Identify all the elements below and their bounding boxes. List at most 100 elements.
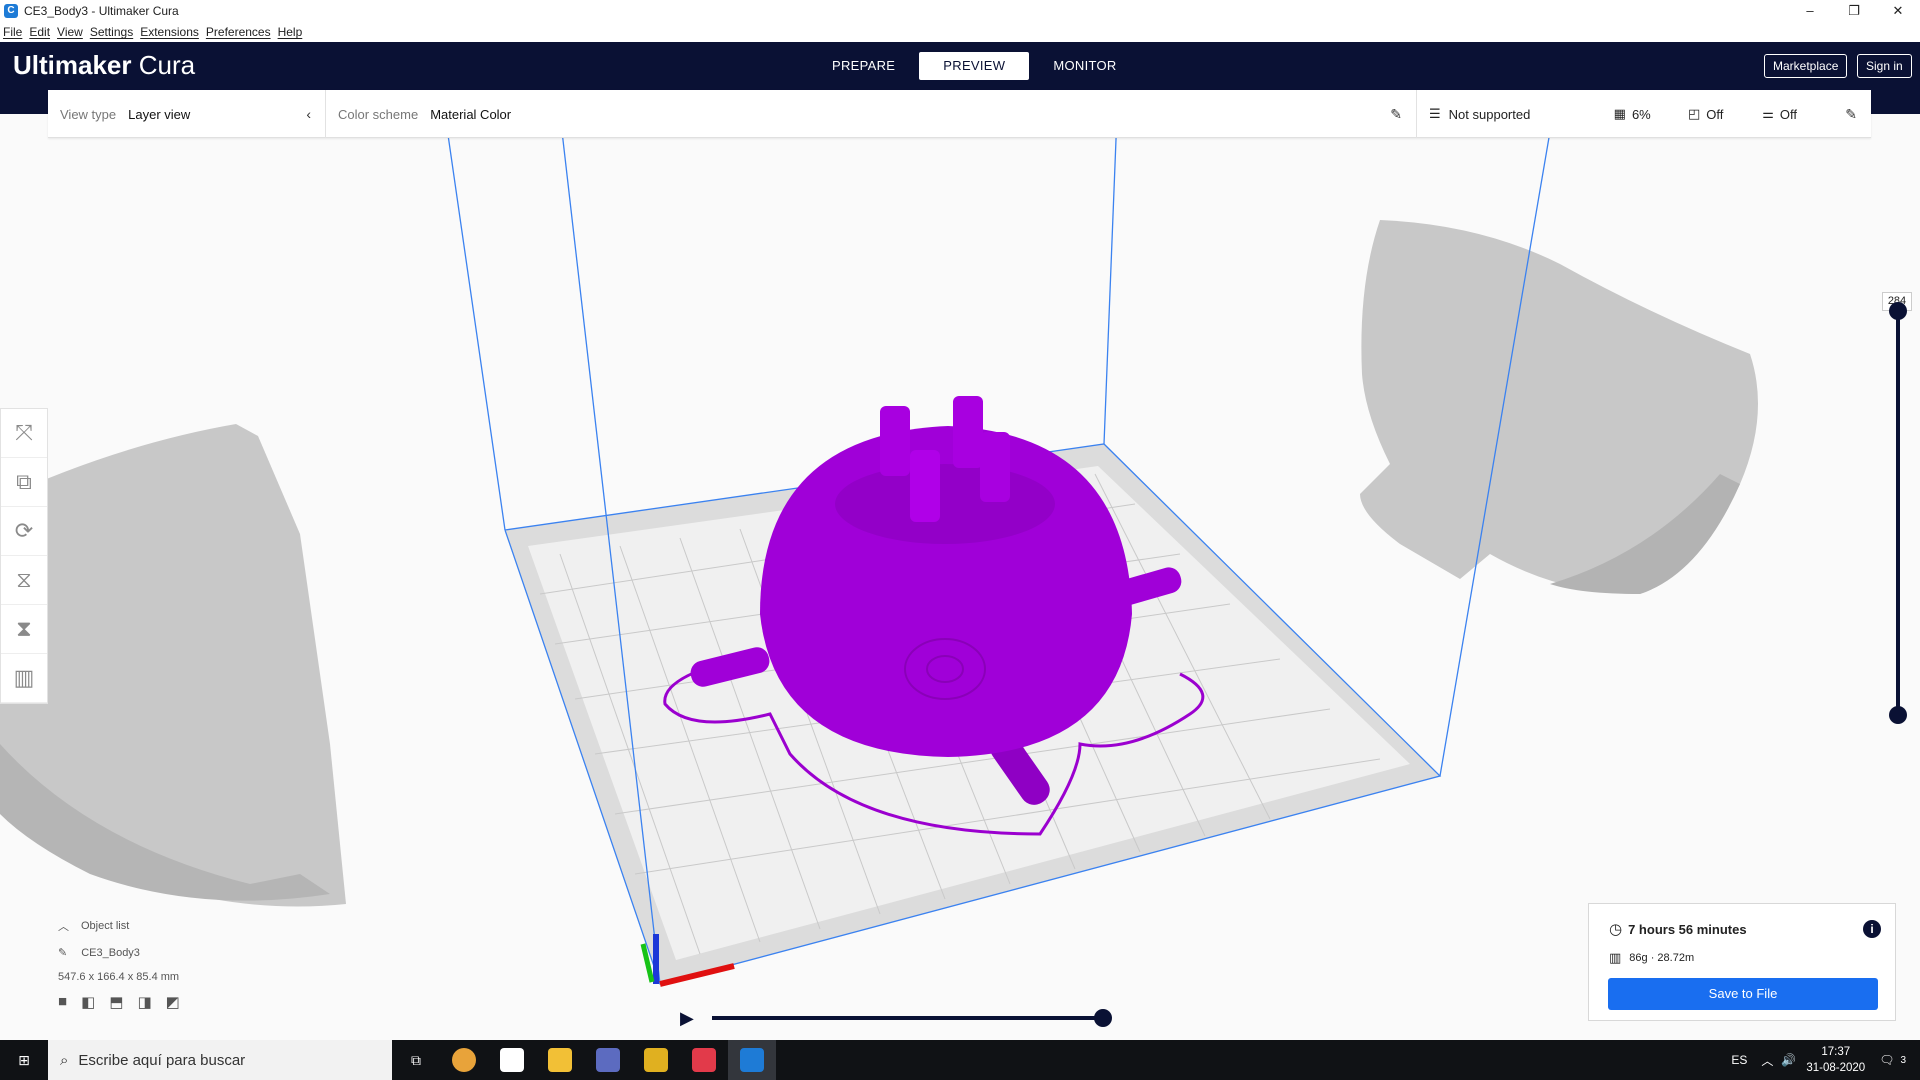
- print-time-value: 7 hours 56 minutes: [1628, 921, 1747, 937]
- object-list-toggle[interactable]: ︿ Object list: [58, 918, 180, 934]
- menu-help[interactable]: Help: [278, 25, 303, 39]
- language-indicator[interactable]: ES: [1731, 1053, 1747, 1067]
- model-peg-4: [910, 450, 940, 522]
- support-blocker-icon[interactable]: ▥: [1, 654, 47, 703]
- cura-app-icon: C: [4, 4, 18, 18]
- search-placeholder: Escribe aquí para buscar: [78, 1051, 246, 1069]
- task-view-icon[interactable]: ⧉: [392, 1040, 440, 1080]
- menu-extensions[interactable]: Extensions: [140, 25, 199, 39]
- pencil-icon: ✎: [58, 947, 68, 959]
- pocket-icon[interactable]: [680, 1040, 728, 1080]
- layer-slider-bottom-handle[interactable]: [1889, 706, 1907, 724]
- notifications-icon[interactable]: 🗨: [1879, 1053, 1894, 1067]
- model-peg-1: [880, 406, 910, 476]
- support-icon: ◰: [1687, 106, 1701, 121]
- file-explorer-icon[interactable]: [536, 1040, 584, 1080]
- view-type-section[interactable]: View type Layer view ‹: [48, 90, 326, 138]
- scale-tool-icon[interactable]: ⧉: [1, 458, 47, 507]
- notification-count: 3: [1900, 1054, 1906, 1066]
- menu-bar: File Edit View Settings Extensions Prefe…: [0, 22, 1920, 42]
- windows-taskbar: ⊞ ⌕ Escribe aquí para buscar ⧉ ES ︿ 🔊 17…: [0, 1040, 1920, 1080]
- window-controls: – ❐ ✕: [1788, 0, 1920, 22]
- todo-icon[interactable]: [632, 1040, 680, 1080]
- material-value: 86g · 28.72m: [1629, 952, 1695, 964]
- edit-settings-icon[interactable]: ✎: [1845, 106, 1857, 123]
- chrome-icon[interactable]: [440, 1040, 488, 1080]
- view-front-icon[interactable]: ◧: [81, 993, 95, 1011]
- close-button[interactable]: ✕: [1876, 0, 1920, 22]
- save-to-file-button[interactable]: Save to File: [1608, 978, 1878, 1010]
- view-top-icon[interactable]: ⬒: [109, 993, 123, 1011]
- camera-view-buttons: ■ ◧ ⬒ ◨ ◩: [58, 993, 180, 1011]
- stage-tabs: PREPARE PREVIEW MONITOR: [808, 52, 1141, 80]
- search-icon: ⌕: [60, 1051, 69, 1069]
- object-name: CE3_Body3: [81, 946, 140, 959]
- menu-edit[interactable]: Edit: [29, 25, 50, 39]
- material-usage: ▥ 86g · 28.72m: [1609, 950, 1694, 966]
- clock-time: 17:37: [1821, 1046, 1851, 1058]
- model-peg-2: [953, 396, 983, 468]
- window-title: CE3_Body3 - Ultimaker Cura: [24, 4, 179, 18]
- volume-icon[interactable]: 🔊: [1781, 1053, 1796, 1067]
- chevron-up-icon: ︿: [58, 921, 69, 933]
- per-model-settings-icon[interactable]: ⧗: [1, 605, 47, 654]
- marketplace-button[interactable]: Marketplace: [1764, 54, 1848, 78]
- taskbar-search[interactable]: ⌕ Escribe aquí para buscar: [48, 1040, 392, 1080]
- app-logo: Ultimaker Cura: [13, 50, 196, 80]
- path-slider-handle[interactable]: [1094, 1009, 1112, 1027]
- maximize-button[interactable]: ❐: [1832, 0, 1876, 22]
- build-volume-scene: [0, 113, 1758, 987]
- view-type-value[interactable]: Layer view: [128, 107, 190, 122]
- color-scheme-section[interactable]: Color scheme Material Color ✎: [326, 90, 1417, 138]
- menu-view[interactable]: View: [57, 25, 83, 39]
- print-time: ◷ 7 hours 56 minutes: [1609, 920, 1747, 938]
- view-left-icon[interactable]: ◨: [137, 993, 151, 1011]
- adhesion-icon: ⚌: [1762, 106, 1774, 121]
- chevron-left-icon[interactable]: ‹: [306, 106, 311, 122]
- clock[interactable]: 17:37 31-08-2020: [1806, 1044, 1865, 1076]
- play-icon[interactable]: ▶: [680, 1008, 694, 1029]
- info-icon[interactable]: i: [1863, 920, 1881, 938]
- 3d-viewport[interactable]: [0, 113, 1920, 1040]
- object-list-panel: ︿ Object list ✎ CE3_Body3 547.6 x 166.4 …: [58, 918, 180, 1011]
- cura-taskbar-icon[interactable]: [728, 1040, 776, 1080]
- infill-icon: ▦: [1613, 106, 1626, 121]
- tab-preview[interactable]: PREVIEW: [919, 52, 1030, 80]
- model-top-face: [835, 464, 1055, 544]
- rotate-tool-icon[interactable]: ⟳: [1, 507, 47, 556]
- store-icon[interactable]: [488, 1040, 536, 1080]
- tab-prepare[interactable]: PREPARE: [808, 52, 919, 80]
- move-tool-icon[interactable]: ⤧: [1, 409, 47, 458]
- view-right-icon[interactable]: ◩: [166, 993, 180, 1011]
- view-toolbar: View type Layer view ‹ Color scheme Mate…: [48, 90, 1871, 138]
- layer-slider-top-handle[interactable]: [1889, 302, 1907, 320]
- menu-file[interactable]: File: [3, 25, 22, 39]
- adhesion-value: Off: [1779, 106, 1798, 122]
- object-dimensions: 547.6 x 166.4 x 85.4 mm: [58, 971, 180, 983]
- view-type-label: View type: [60, 106, 117, 122]
- discord-icon[interactable]: [584, 1040, 632, 1080]
- object-list-item[interactable]: ✎ CE3_Body3: [58, 946, 180, 960]
- support-value: Off: [1706, 106, 1724, 122]
- filament-icon: ▥: [1609, 950, 1622, 965]
- minimize-button[interactable]: –: [1788, 0, 1832, 22]
- mirror-tool-icon[interactable]: ⧖: [1, 556, 47, 605]
- print-info-panel: ◷ 7 hours 56 minutes i ▥ 86g · 28.72m Sa…: [1588, 903, 1896, 1021]
- path-slider-track[interactable]: [712, 1009, 1112, 1027]
- menu-preferences[interactable]: Preferences: [206, 25, 271, 39]
- windows-start-icon[interactable]: ⊞: [0, 1040, 48, 1080]
- profile-status: Not supported: [1448, 106, 1531, 122]
- sign-in-button[interactable]: Sign in: [1857, 54, 1912, 78]
- color-scheme-value[interactable]: Material Color: [430, 107, 511, 122]
- chevron-up-icon[interactable]: ︿: [1761, 1052, 1773, 1069]
- printer-profile-icon: ☰: [1429, 106, 1441, 121]
- layer-slider-track[interactable]: [1889, 302, 1907, 724]
- pencil-icon[interactable]: ✎: [1390, 106, 1402, 123]
- model-peg-3: [980, 432, 1010, 502]
- tab-monitor[interactable]: MONITOR: [1029, 52, 1140, 80]
- print-setup-summary[interactable]: ☰ Not supported ▦ 6% ◰ Off ⚌ Off ✎: [1417, 90, 1871, 138]
- infill-value: 6%: [1631, 106, 1651, 122]
- object-list-title: Object list: [81, 920, 130, 932]
- menu-settings[interactable]: Settings: [90, 25, 133, 39]
- view-3d-icon[interactable]: ■: [58, 993, 67, 1011]
